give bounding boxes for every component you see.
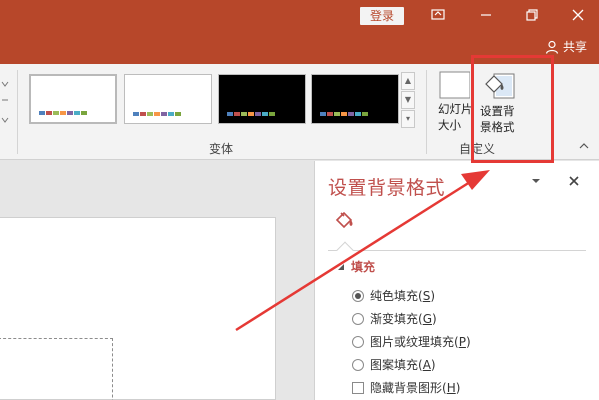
- variant-thumbnail-3[interactable]: [218, 74, 306, 124]
- option-key: H: [446, 381, 456, 395]
- radio-selected[interactable]: [352, 289, 364, 302]
- pane-options-icon[interactable]: [530, 175, 542, 190]
- gradient-fill-option[interactable]: 渐变填充(G): [352, 310, 437, 327]
- collapse-ribbon-icon[interactable]: [579, 142, 589, 153]
- fill-bucket-icon[interactable]: [333, 209, 357, 233]
- variant-swatches: [133, 112, 181, 116]
- slide-size-button[interactable]: 幻灯片 大小: [436, 70, 473, 138]
- variants-group-label: 变体: [209, 142, 234, 156]
- option-key: G: [422, 312, 432, 326]
- slide-placeholder[interactable]: [0, 338, 113, 400]
- checkbox[interactable]: [352, 381, 364, 394]
- variant-swatches: [320, 112, 368, 116]
- ribbon-separator: [426, 70, 427, 154]
- slide-editing-area: [0, 161, 314, 400]
- ribbon-display-options-icon[interactable]: [426, 4, 450, 26]
- powerpoint-window: 登录 共享 ▲ ▼ ▾ 变体 幻灯片 大小 设置背 景格式 自定义 设置背景格式…: [0, 0, 599, 400]
- option-key: P: [458, 335, 466, 349]
- variant-swatches: [39, 111, 87, 115]
- close-icon[interactable]: [566, 4, 590, 26]
- option-label: 渐变填充(: [370, 312, 423, 326]
- option-end: ): [430, 289, 435, 303]
- share-label: 共享: [562, 40, 587, 54]
- variant-swatches: [227, 112, 275, 116]
- person-icon: [545, 40, 559, 54]
- slide-size-label-1: 幻灯片: [438, 102, 473, 116]
- slide-size-label-2: 大小: [438, 118, 461, 132]
- picture-texture-fill-option[interactable]: 图片或纹理填充(P): [352, 333, 471, 350]
- option-label: 纯色填充(: [370, 289, 423, 303]
- option-label: 图案填充(: [370, 358, 423, 372]
- slide-size-icon: [439, 71, 471, 99]
- slide-canvas[interactable]: [0, 217, 276, 400]
- option-label: 隐藏背景图形(: [370, 381, 447, 395]
- solid-fill-option[interactable]: 纯色填充(S): [352, 287, 435, 304]
- option-end: ): [455, 381, 461, 395]
- fill-section-label: 填充: [351, 260, 376, 274]
- ribbon-left-scroll[interactable]: [0, 70, 10, 128]
- pane-close-icon[interactable]: [568, 175, 580, 191]
- gallery-down-icon[interactable]: ▼: [401, 91, 415, 109]
- pattern-fill-option[interactable]: 图案填充(A): [352, 356, 436, 373]
- pane-title: 设置背景格式: [328, 177, 446, 199]
- fill-section-header[interactable]: 填充: [337, 258, 375, 275]
- annotation-highlight-box: [471, 55, 554, 163]
- login-button[interactable]: 登录: [360, 7, 404, 25]
- variant-gallery-scroll[interactable]: ▲ ▼ ▾: [401, 72, 415, 128]
- radio[interactable]: [352, 335, 364, 348]
- restore-icon[interactable]: [520, 4, 544, 26]
- option-end: ): [430, 358, 436, 372]
- pane-divider: [328, 250, 586, 251]
- variant-thumbnail-1[interactable]: [29, 74, 117, 124]
- option-label: 图片或纹理填充(: [370, 335, 459, 349]
- hide-background-graphics-option[interactable]: 隐藏背景图形(H): [352, 379, 460, 396]
- gallery-more-icon[interactable]: ▾: [401, 110, 415, 128]
- gallery-up-icon[interactable]: ▲: [401, 72, 415, 90]
- triangle-expanded-icon: [338, 263, 344, 270]
- option-key: A: [422, 358, 431, 372]
- option-end: ): [465, 335, 471, 349]
- tab-notch: [336, 241, 354, 259]
- option-end: ): [432, 312, 437, 326]
- variant-thumbnail-4[interactable]: [311, 74, 399, 124]
- share-button[interactable]: 共享: [545, 38, 587, 55]
- radio[interactable]: [352, 358, 364, 371]
- radio[interactable]: [352, 312, 364, 325]
- ribbon-separator: [17, 70, 18, 154]
- minimize-icon[interactable]: [474, 4, 498, 26]
- variant-thumbnail-2[interactable]: [124, 74, 212, 124]
- format-background-pane: 设置背景格式 填充 纯色填充(S) 渐变填充(G) 图片或纹理填充(P) 图案填…: [314, 161, 599, 400]
